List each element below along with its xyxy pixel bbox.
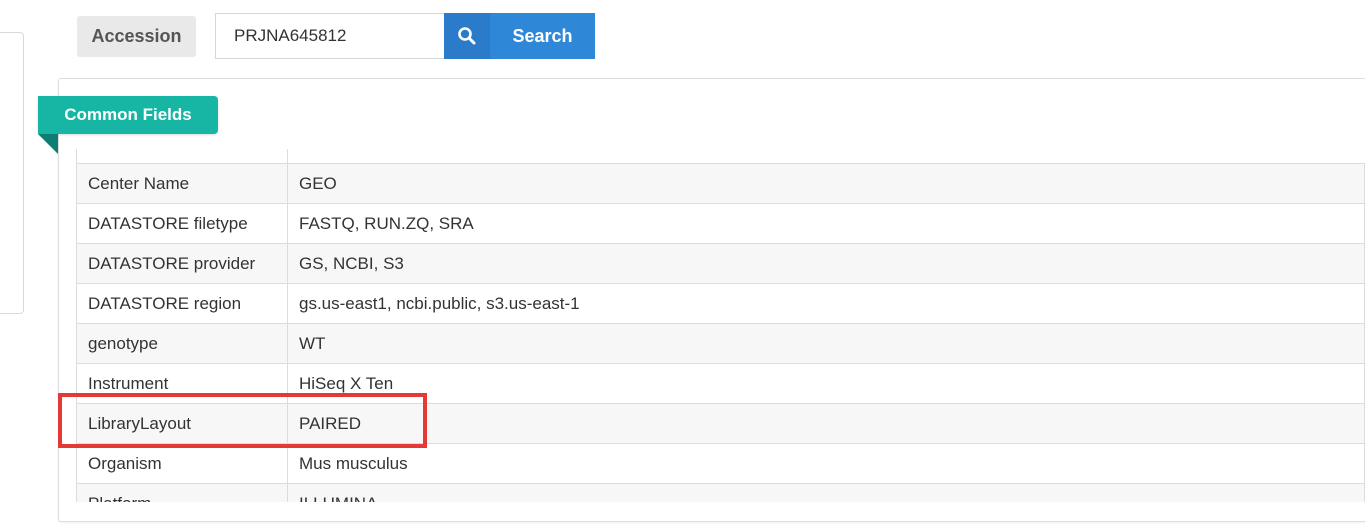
- field-value: FASTQ, RUN.ZQ, SRA: [287, 203, 1365, 244]
- field-key: Platform: [76, 483, 288, 502]
- table-header-spacer: [76, 149, 1365, 163]
- accession-search-input[interactable]: [215, 13, 444, 59]
- table-row: Center Name GEO: [76, 163, 1365, 204]
- table-row: DATASTORE region gs.us-east1, ncbi.publi…: [76, 283, 1365, 324]
- table-row: Organism Mus musculus: [76, 443, 1365, 484]
- field-value: HiSeq X Ten: [287, 363, 1365, 404]
- field-value: PAIRED: [287, 403, 1365, 444]
- field-value: Mus musculus: [287, 443, 1365, 484]
- field-key: DATASTORE provider: [76, 243, 288, 284]
- search-button[interactable]: Search: [444, 13, 595, 59]
- table-row: Platform ILLUMINA: [76, 483, 1365, 502]
- field-key: DATASTORE region: [76, 283, 288, 324]
- field-value: GS, NCBI, S3: [287, 243, 1365, 284]
- field-value: WT: [287, 323, 1365, 364]
- table-row: genotype WT: [76, 323, 1365, 364]
- left-side-panel: [0, 32, 24, 314]
- field-key: Organism: [76, 443, 288, 484]
- table-row: DATASTORE provider GS, NCBI, S3: [76, 243, 1365, 284]
- field-value: gs.us-east1, ncbi.public, s3.us-east-1: [287, 283, 1365, 324]
- search-button-label: Search: [512, 25, 573, 46]
- field-value: GEO: [287, 163, 1365, 204]
- field-key: DATASTORE filetype: [76, 203, 288, 244]
- search-icon: [444, 13, 490, 59]
- common-fields-ribbon: Common Fields: [38, 96, 218, 134]
- common-fields-table-container[interactable]: Center Name GEO DATASTORE filetype FASTQ…: [76, 149, 1365, 502]
- field-value: ILLUMINA: [287, 483, 1365, 502]
- field-key: genotype: [76, 323, 288, 364]
- library-layout-highlight-box: [58, 393, 427, 448]
- ribbon-fold: [38, 134, 58, 154]
- accession-label: Accession: [77, 16, 196, 57]
- table-row: DATASTORE filetype FASTQ, RUN.ZQ, SRA: [76, 203, 1365, 244]
- common-fields-table: Center Name GEO DATASTORE filetype FASTQ…: [76, 163, 1365, 502]
- field-key: Center Name: [76, 163, 288, 204]
